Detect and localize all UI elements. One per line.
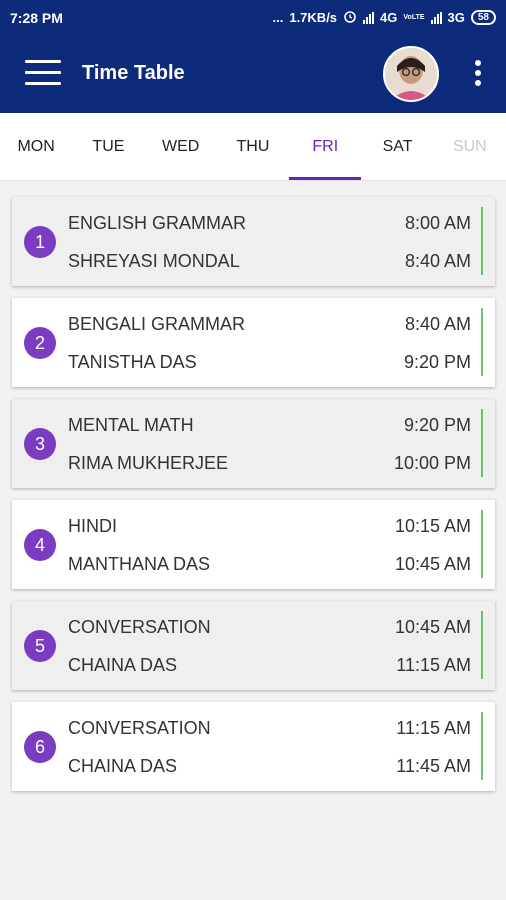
period-teacher: MANTHANA DAS [68,554,211,574]
period-start-time: 10:45 AM [394,617,471,637]
volte-label: VoLTE [403,14,425,21]
tab-fri[interactable]: FRI [289,113,362,180]
period-end-time: 10:45 AM [394,554,471,574]
period-end-time: 10:00 PM [393,453,471,473]
period-card[interactable]: 6 CONVERSATION CHAINA DAS 11:15 AM 11:45… [12,702,495,791]
period-end-time: 11:45 AM [396,756,471,776]
tab-tue[interactable]: TUE [72,113,144,180]
period-teacher: CHAINA DAS [68,655,178,675]
period-end-time: 8:40 AM [404,251,471,271]
period-card[interactable]: 4 HINDI MANTHANA DAS 10:15 AM 10:45 AM [12,500,495,589]
period-number-badge: 6 [24,731,56,763]
period-subject: CONVERSATION [68,617,211,637]
period-end-time: 11:15 AM [396,655,471,675]
app-bar: Time Table [0,35,506,113]
period-card[interactable]: 2 BENGALI GRAMMAR TANISTHA DAS 8:40 AM 9… [12,298,495,387]
status-time: 7:28 PM [10,9,63,26]
day-tabs: MON TUE WED THU FRI SAT SUN [0,113,506,181]
period-subject: CONVERSATION [68,718,211,738]
tab-mon[interactable]: MON [0,113,72,180]
network-type-2: 3G [447,10,465,25]
period-number-badge: 3 [24,428,56,460]
time-divider [481,308,483,376]
period-teacher: CHAINA DAS [68,756,178,776]
period-number-badge: 2 [24,327,56,359]
alarm-icon [343,9,357,26]
status-dots: ... [272,10,284,25]
more-vert-icon[interactable] [470,60,486,90]
time-divider [481,712,483,780]
network-speed: 1.7KB/s [289,10,338,25]
period-start-time: 11:15 AM [396,718,471,738]
period-number-badge: 1 [24,226,56,258]
period-end-time: 9:20 PM [403,352,471,372]
period-subject: ENGLISH GRAMMAR [68,213,247,233]
period-list: 1 ENGLISH GRAMMAR SHREYASI MONDAL 8:00 A… [12,197,495,803]
network-type-1: 4G [380,10,398,25]
period-start-time: 9:20 PM [403,415,471,435]
period-number-badge: 4 [24,529,56,561]
period-subject: BENGALI GRAMMAR [68,314,246,334]
status-bar: 7:28 PM ... 1.7KB/s 4G VoLTE 3G 58 [0,0,506,35]
status-icons: ... 1.7KB/s 4G VoLTE 3G 58 [272,9,496,26]
signal-icon-2 [430,11,442,24]
period-start-time: 8:00 AM [404,213,471,233]
tab-sat[interactable]: SAT [361,113,433,180]
tab-thu[interactable]: THU [217,113,289,180]
time-divider [481,207,483,275]
period-start-time: 10:15 AM [394,516,471,536]
period-teacher: RIMA MUKHERJEE [68,453,229,473]
time-divider [481,510,483,578]
time-divider [481,409,483,477]
battery-icon: 58 [470,10,496,25]
time-divider [481,611,483,679]
period-teacher: TANISTHA DAS [68,352,197,372]
tab-wed[interactable]: WED [145,113,217,180]
period-card[interactable]: 3 MENTAL MATH RIMA MUKHERJEE 9:20 PM 10:… [12,399,495,488]
period-card[interactable]: 5 CONVERSATION CHAINA DAS 10:45 AM 11:15… [12,601,495,690]
signal-icon [363,11,375,24]
period-card[interactable]: 1 ENGLISH GRAMMAR SHREYASI MONDAL 8:00 A… [12,197,495,286]
period-subject: MENTAL MATH [68,415,194,435]
period-number-badge: 5 [24,630,56,662]
tab-sun[interactable]: SUN [434,113,506,180]
period-subject: HINDI [68,516,117,536]
hamburger-menu-icon[interactable] [25,60,61,88]
period-teacher: SHREYASI MONDAL [68,251,240,271]
period-start-time: 8:40 AM [404,314,471,334]
avatar[interactable] [383,46,439,102]
page-title: Time Table [82,62,185,84]
